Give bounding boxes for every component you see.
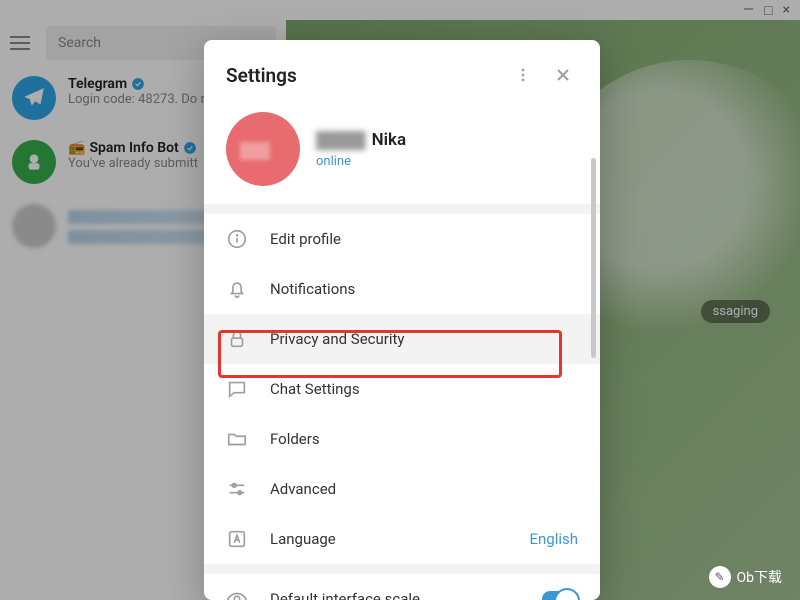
chat-icon: [226, 378, 248, 400]
lock-icon: [226, 328, 248, 350]
profile-section[interactable]: ▓▓▓▓ Nika online: [204, 104, 600, 204]
settings-modal: Settings ▓▓▓▓ Nika online: [204, 40, 600, 600]
language-icon: [226, 528, 248, 550]
item-label: Advanced: [270, 480, 336, 498]
sliders-icon: [226, 478, 248, 500]
item-label: Notifications: [270, 280, 355, 298]
watermark: ✎ Ob下载: [709, 566, 783, 588]
settings-item-edit-profile[interactable]: Edit profile: [204, 214, 600, 264]
bell-icon: [226, 278, 248, 300]
settings-item-interface-scale[interactable]: Default interface scale: [204, 574, 600, 600]
watermark-text: Ob下载: [737, 567, 783, 587]
settings-item-chat-settings[interactable]: Chat Settings: [204, 364, 600, 414]
modal-title: Settings: [226, 64, 498, 87]
item-label: Folders: [270, 430, 320, 448]
item-label: Chat Settings: [270, 380, 360, 398]
profile-name-blurred: ▓▓▓▓: [316, 130, 366, 150]
settings-item-privacy-security[interactable]: Privacy and Security: [204, 314, 600, 364]
item-label: Privacy and Security: [270, 330, 405, 348]
profile-avatar[interactable]: [226, 112, 300, 186]
watermark-icon: ✎: [709, 566, 731, 588]
separator: [204, 204, 600, 214]
more-menu-icon[interactable]: [508, 60, 538, 90]
modal-body: ▓▓▓▓ Nika online Edit profile Notificati…: [204, 104, 600, 600]
settings-item-folders[interactable]: Folders: [204, 414, 600, 464]
item-label: Language: [270, 530, 336, 548]
settings-item-language[interactable]: Language English: [204, 514, 600, 564]
scrollbar[interactable]: [591, 158, 596, 358]
settings-item-advanced[interactable]: Advanced: [204, 464, 600, 514]
profile-name: Nika: [372, 130, 407, 150]
profile-status: online: [316, 154, 406, 169]
eye-icon: [226, 588, 248, 600]
item-value: English: [529, 530, 578, 548]
item-label: Edit profile: [270, 230, 341, 248]
separator: [204, 564, 600, 574]
info-icon: [226, 228, 248, 250]
close-icon[interactable]: [548, 60, 578, 90]
settings-item-notifications[interactable]: Notifications: [204, 264, 600, 314]
folder-icon: [226, 428, 248, 450]
toggle-switch[interactable]: [542, 591, 578, 600]
item-label: Default interface scale: [270, 590, 420, 600]
